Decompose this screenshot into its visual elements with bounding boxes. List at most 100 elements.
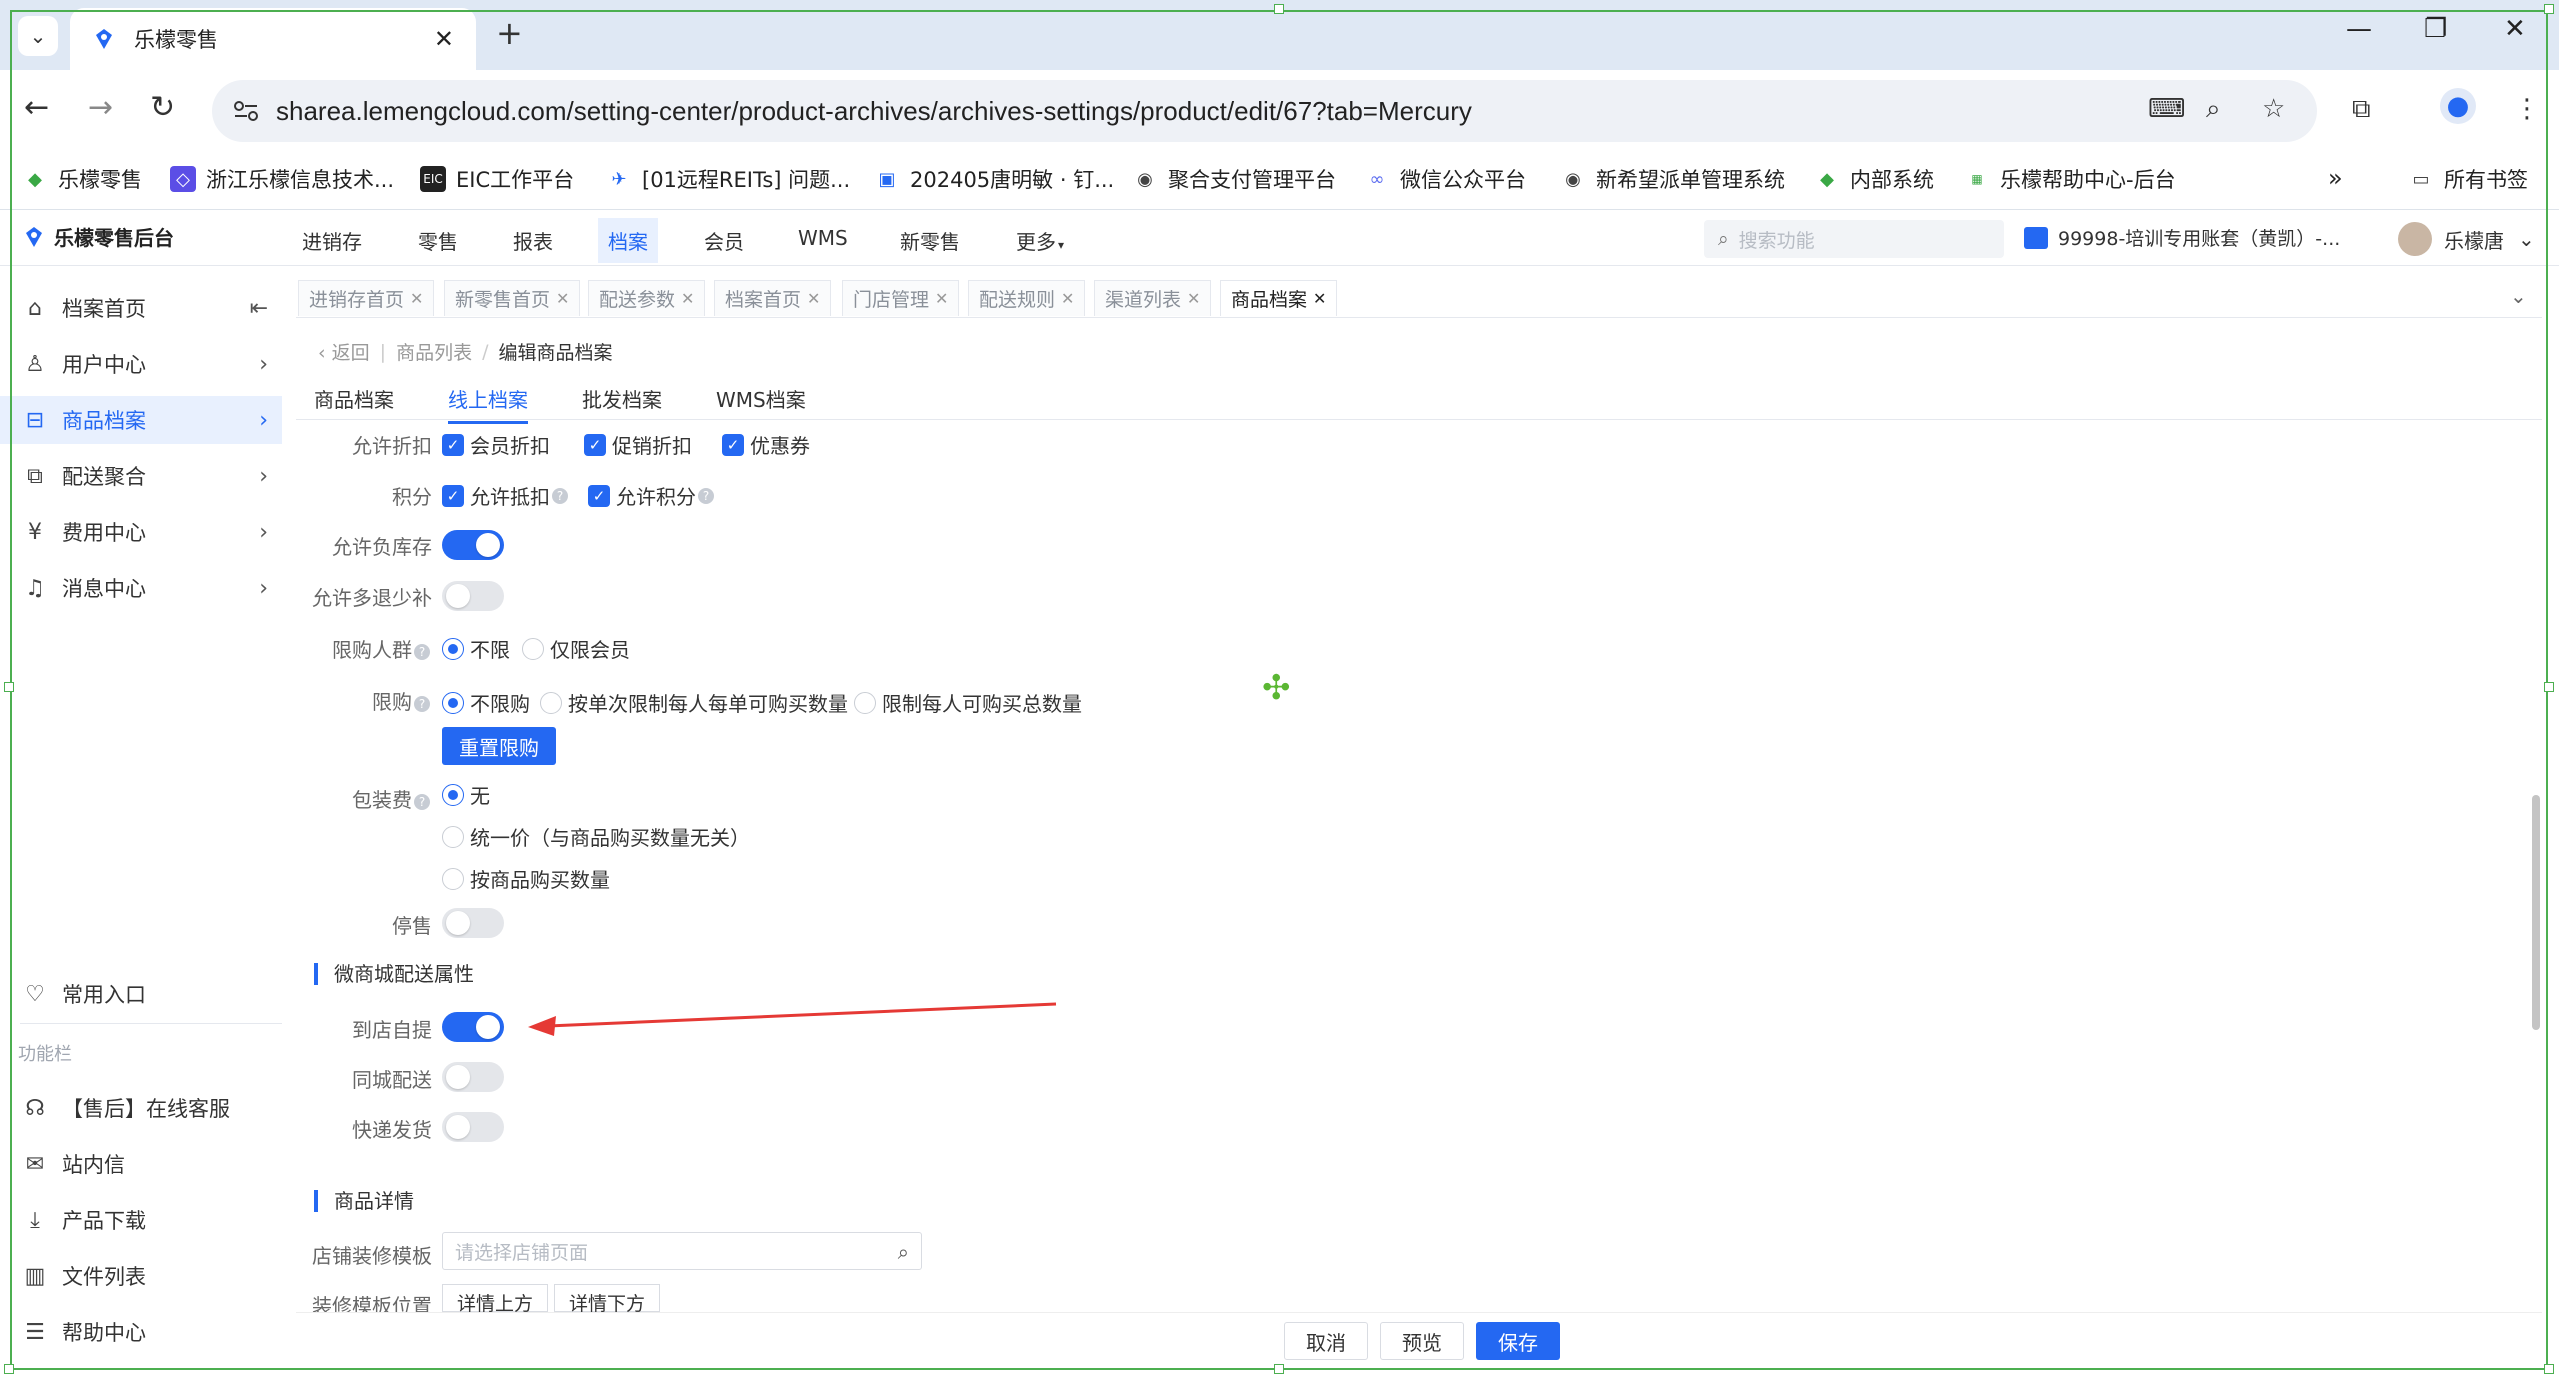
sidebar-tool-inbox[interactable]: ✉ 站内信 [0,1140,282,1188]
sidebar-item-product-archive[interactable]: ⊟ 商品档案 › [0,396,282,444]
tabs-dropdown-icon[interactable]: ⌄ [2510,284,2527,308]
back-icon[interactable]: ← [24,90,49,125]
breadcrumb-product-list[interactable]: 商品列表 [396,338,472,365]
refund-switch[interactable] [442,581,504,611]
close-icon[interactable]: ✕ [681,289,694,308]
page-tab[interactable]: 配送规则 ✕ [968,280,1086,316]
zoom-icon[interactable]: ⌕ [2206,94,2221,125]
close-icon[interactable]: ✕ [1313,289,1326,308]
reload-icon[interactable]: ↻ [150,90,175,125]
sidebar-tool-customer-service[interactable]: ☊ 【售后】在线客服 [0,1084,282,1132]
menu-dots-icon[interactable]: ⋮ [2514,94,2540,124]
collapse-sidebar-icon[interactable]: ⇤ [250,296,282,321]
allow-points-checkbox[interactable]: ✓ 允许积分? [588,481,714,510]
close-tab-icon[interactable]: ✕ [434,25,454,53]
nav-archives[interactable]: 档案 [598,218,658,263]
allow-deduct-checkbox[interactable]: ✓ 允许抵扣? [442,481,568,510]
tab-wms-archive[interactable]: WMS档案 [716,384,806,421]
position-below-option[interactable]: 详情下方 [554,1284,661,1315]
url-bar[interactable]: sharea.lemengcloud.com/setting-center/pr… [212,80,2317,142]
bookmark-item[interactable]: ✈ [01远程REITs] 问题... [606,164,850,194]
sidebar-tool-download[interactable]: ⤓ 产品下载 [0,1196,282,1244]
page-tab[interactable]: 配送参数 ✕ [588,280,706,316]
sidebar-item-messages[interactable]: ♫ 消息中心 › [0,564,282,612]
bookmark-item[interactable]: ▦ 乐檬帮助中心-后台 [1964,164,2175,194]
help-icon[interactable]: ? [552,487,568,504]
profile-icon[interactable]: ● [2440,88,2476,124]
vertical-scrollbar[interactable] [2532,795,2540,1030]
city-delivery-switch[interactable] [442,1062,504,1092]
bookmark-item[interactable]: ∞ 微信公众平台 [1364,164,1527,194]
express-switch[interactable] [442,1112,504,1142]
back-link[interactable]: ‹ 返回 [318,338,370,365]
coupon-checkbox[interactable]: ✓ 优惠券 [722,430,810,459]
tab-wholesale-archive[interactable]: 批发档案 [582,384,662,421]
close-icon[interactable]: ✕ [935,289,948,308]
stop-sale-switch[interactable] [442,908,504,938]
packing-none-radio[interactable]: 无 [442,780,490,809]
close-icon[interactable]: ✕ [410,289,423,308]
pickup-switch[interactable] [442,1012,504,1042]
crowd-unlimited-radio[interactable]: 不限 [442,634,510,663]
page-tab[interactable]: 新零售首页 ✕ [444,280,581,316]
packing-flat-radio[interactable]: 统一价（与商品购买数量无关） [442,822,750,851]
limit-none-radio[interactable]: 不限购 [442,688,530,717]
resize-handle[interactable] [1274,1364,1284,1374]
nav-more[interactable]: 更多 ▾ [1006,222,1074,259]
minimize-icon[interactable]: — [2346,14,2372,44]
page-tab[interactable]: 进销存首页 ✕ [298,280,435,316]
sidebar-item-archive-home[interactable]: ⌂ 档案首页 ⇤ [0,284,282,332]
site-info-icon[interactable] [232,98,260,124]
limit-total-radio[interactable]: 限制每人可购买总数量 [854,688,1082,717]
sidebar-item-user-center[interactable]: ♙ 用户中心 › [0,340,282,388]
close-icon[interactable]: ✕ [556,289,569,308]
sidebar-tool-files[interactable]: ▥ 文件列表 [0,1252,282,1300]
help-icon[interactable]: ? [414,695,430,712]
help-icon[interactable]: ? [698,487,714,504]
position-above-option[interactable]: 详情上方 [442,1284,549,1315]
reset-limit-button[interactable]: 重置限购 [442,727,556,765]
resize-handle[interactable] [4,1364,14,1374]
all-bookmarks[interactable]: ▭ 所有书签 [2408,164,2528,194]
save-button[interactable]: 保存 [1476,1322,1560,1360]
browser-tab[interactable]: 乐檬零售 ✕ [70,8,476,70]
brand[interactable]: 乐檬零售后台 [22,222,174,251]
sidebar-common-entry[interactable]: ♡ 常用入口 [0,970,282,1018]
account-selector[interactable]: 99998-培训专用账套（黄凯）-... [2024,224,2340,251]
close-icon[interactable]: ✕ [1187,289,1200,308]
negative-stock-switch[interactable] [442,530,504,560]
bookmark-item[interactable]: EIC EIC工作平台 [420,164,574,194]
promo-discount-checkbox[interactable]: ✓ 促销折扣 [584,430,692,459]
page-tab[interactable]: 档案首页 ✕ [714,280,832,316]
nav-retail[interactable]: 零售 [408,222,468,259]
sidebar-tool-help[interactable]: ☰ 帮助中心 [0,1308,282,1356]
help-icon[interactable]: ? [414,643,430,660]
help-icon[interactable]: ? [414,793,430,810]
sidebar-item-fees[interactable]: ¥ 费用中心 › [0,508,282,556]
forward-icon[interactable]: → [88,90,113,125]
translate-icon[interactable]: ⌨ [2148,94,2186,124]
nav-wms[interactable]: WMS [788,222,858,254]
close-window-icon[interactable]: ✕ [2504,14,2526,44]
tab-online-archive[interactable]: 线上档案 [448,384,528,424]
template-select-input[interactable]: 请选择店铺页面 ⌕ [442,1232,922,1270]
resize-handle[interactable] [1274,4,1284,14]
page-tab[interactable]: 渠道列表 ✕ [1094,280,1212,316]
nav-new-retail[interactable]: 新零售 [890,222,970,259]
user-menu[interactable]: 乐檬唐 ⌄ [2398,222,2535,256]
packing-quantity-radio[interactable]: 按商品购买数量 [442,864,610,893]
nav-inventory[interactable]: 进销存 [292,222,372,259]
bookmark-item[interactable]: ◇ 浙江乐檬信息技术... [170,164,394,194]
member-discount-checkbox[interactable]: ✓ 会员折扣 [442,430,550,459]
new-tab-icon[interactable]: + [496,14,523,52]
tab-product-archive[interactable]: 商品档案 [314,384,394,421]
tab-search-chevron-icon[interactable]: ⌄ [18,16,58,56]
resize-handle[interactable] [2544,4,2554,14]
resize-handle[interactable] [2544,1364,2554,1374]
extensions-icon[interactable]: ⧉ [2352,94,2371,125]
function-search-input[interactable]: ⌕ 搜索功能 [1704,220,2004,258]
bookmark-item[interactable]: ◆ 内部系统 [1814,164,1934,194]
page-tab[interactable]: 门店管理 ✕ [842,280,960,316]
close-icon[interactable]: ✕ [807,289,820,308]
cancel-button[interactable]: 取消 [1284,1322,1368,1360]
